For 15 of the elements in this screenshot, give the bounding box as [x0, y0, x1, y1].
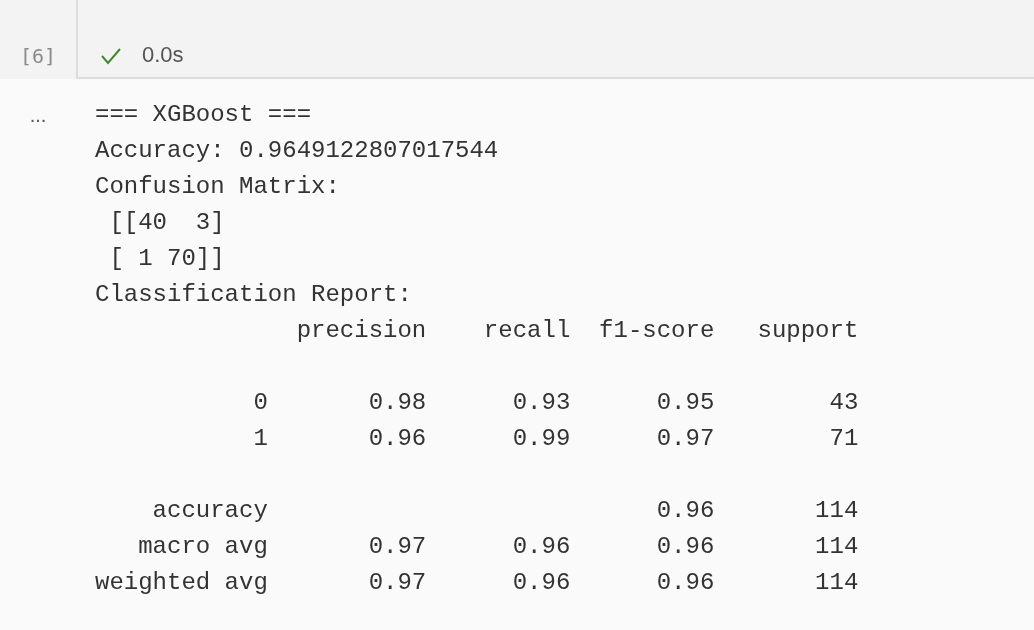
output-line: Classification Report:: [95, 280, 412, 310]
output-line: [ 1 70]]: [108, 244, 225, 274]
report-row-text: macro avg 0.97 0.96 0.96 114: [137, 532, 859, 562]
report-header: precision recall f1-score support: [295, 316, 859, 346]
output-line: === XGBoost ===: [95, 100, 312, 130]
output-line: Confusion Matrix:: [95, 172, 340, 202]
report-row-text: weighted avg 0.97 0.96 0.96 114: [95, 568, 859, 598]
output-line: [[40 3]: [108, 208, 225, 238]
execution-time: 0.0s: [142, 41, 184, 69]
report-row-text: 0 0.98 0.93 0.95 43: [252, 388, 859, 418]
report-row-text: accuracy 0.96 114: [151, 496, 859, 526]
execution-count: [6]: [19, 43, 57, 70]
output-prompt[interactable]: ...: [29, 97, 47, 601]
output-line: Accuracy: 0.9649122807017544: [95, 136, 499, 166]
report-row-text: 1 0.96 0.99 0.97 71: [252, 424, 859, 454]
